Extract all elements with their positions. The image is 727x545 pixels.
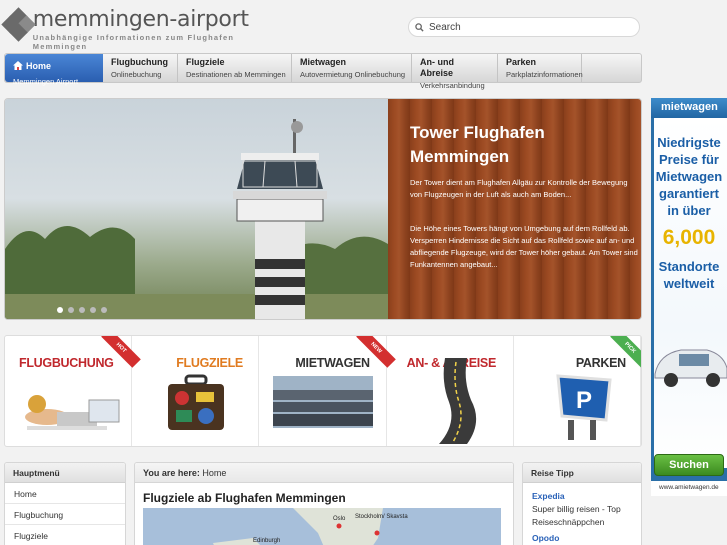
menu-item-flugziele[interactable]: Flugziele [5, 525, 125, 545]
expedia-text: Super billig reisen - Top Reiseschnäppch… [532, 504, 621, 527]
category-parken[interactable]: PARKEN PICK P [514, 336, 641, 446]
road-image [438, 358, 476, 444]
destination-map[interactable]: Oslo Stockholm/ Skavsta Edinburgh [143, 508, 501, 545]
category-label: MIETWAGEN [295, 356, 370, 370]
ad-brand-text: mietwagen [661, 101, 718, 113]
article-title: Flugziele ab Flughafen Memmingen [143, 491, 346, 505]
home-icon [13, 57, 23, 75]
search-icon [409, 22, 429, 32]
nav-flugziele[interactable]: Flugziele Destinationen ab Memmingen [178, 54, 292, 82]
slide-paragraph-1: Der Tower dient am Flughafen Allgäu zur … [410, 178, 628, 199]
breadcrumb-current[interactable]: Home [202, 468, 226, 478]
parking-sign-icon: P [556, 374, 612, 440]
reise-tipp-box: Reise Tipp Expedia Super billig reisen -… [522, 462, 642, 545]
nav-mietwagen-title: Mietwagen [300, 57, 347, 67]
nav-parken-sub: Parkplatzinformationen [506, 70, 583, 79]
slide-dot[interactable] [79, 307, 85, 313]
ad-number: 6,000 [662, 226, 716, 249]
category-an-abreise[interactable]: AN- & ABREISE [387, 336, 514, 446]
map-label: Oslo [333, 516, 346, 522]
main-nav: Home Memmingen Airport Flugbuchung Onlin… [4, 53, 642, 90]
ad-search-button[interactable]: Suchen [654, 454, 724, 476]
category-label: FLUGZIELE [176, 356, 243, 370]
ad-headline: Niedrigste Preise für Mietwagen garantie… [655, 135, 723, 218]
tower-photo [5, 99, 388, 319]
cars-image [273, 376, 374, 428]
nav-flugbuchung-sub: Onlinebuchung [111, 70, 162, 79]
nav-parken-title: Parken [506, 57, 537, 67]
nav-an-abreise[interactable]: An- und Abreise Verkehrsanbindung [412, 54, 498, 90]
category-flugbuchung[interactable]: FLUGBUCHUNG HOT [5, 336, 142, 446]
expedia-link[interactable]: Expedia [532, 491, 632, 501]
slide-dot[interactable] [101, 307, 107, 313]
site-logo[interactable]: memmingen-airport Unabhängige Informatio… [1, 7, 264, 51]
ad-brand: mietwagen [651, 98, 727, 118]
slide-dot[interactable] [90, 307, 96, 313]
svg-text:P: P [576, 387, 592, 414]
nav-flugziele-title: Flugziele [186, 57, 225, 67]
category-flugziele[interactable]: FLUGZIELE [132, 336, 260, 446]
search-input[interactable] [429, 21, 629, 33]
category-label: PARKEN [575, 356, 626, 370]
woman-laptop-image [25, 395, 120, 430]
ad-tail: Standorte weltweit [658, 259, 720, 291]
nav-an-abreise-title: An- und Abreise [420, 57, 454, 78]
slide-paragraph-2: Die Höhe eines Towers hängt von Umgebung… [410, 224, 638, 269]
nav-flugbuchung-title: Flugbuchung [111, 57, 168, 67]
mietwagen-ad[interactable]: mietwagen Niedrigste Preise für Mietwage… [651, 98, 727, 496]
featured-slideshow[interactable]: Tower Flughafen Memmingen Der Tower dien… [4, 98, 642, 320]
car-image [654, 349, 727, 387]
logo-title: memmingen-airport [32, 7, 249, 32]
logo-diamond-icon [1, 7, 36, 42]
slide-title: Tower Flughafen Memmingen [410, 123, 545, 166]
breadcrumb-prefix: You are here: [143, 468, 200, 478]
ad-url[interactable]: www.amietwagen.de [651, 481, 727, 496]
slide-dot[interactable] [57, 307, 63, 313]
category-strip: FLUGBUCHUNG HOT FLUGZIELE MIETWAGEN NEW … [4, 335, 642, 447]
slide-caption-panel: Tower Flughafen Memmingen Der Tower dien… [388, 99, 641, 319]
content-area: You are here: Home Flugziele ab Flughafe… [134, 462, 514, 545]
nav-home-sub: Memmingen Airport [13, 77, 79, 86]
nav-home[interactable]: Home Memmingen Airport [5, 54, 103, 86]
slide-pagination [57, 307, 107, 313]
main-menu: Hauptmenü Home Flugbuchung Flugziele [4, 462, 126, 545]
map-label: Stockholm/ Skavsta [355, 514, 408, 520]
opodo-link[interactable]: Opodo [532, 533, 632, 543]
reise-tipp-heading: Reise Tipp [523, 463, 641, 483]
map-marker[interactable] [336, 523, 342, 529]
slide-dot[interactable] [68, 307, 74, 313]
breadcrumb: You are here: Home [135, 463, 513, 483]
main-menu-heading: Hauptmenü [5, 463, 125, 483]
search-box[interactable] [408, 17, 640, 37]
nav-mietwagen-sub: Autovermietung Onlinebuchung [300, 70, 406, 79]
nav-an-abreise-sub: Verkehrsanbindung [420, 81, 485, 90]
logo-subtitle: Unabhängige Informationen zum Flughafen … [32, 33, 235, 51]
nav-flugbuchung[interactable]: Flugbuchung Onlinebuchung [103, 54, 178, 82]
nav-parken[interactable]: Parken Parkplatzinformationen [498, 54, 583, 82]
nav-home-title: Home [26, 60, 52, 71]
nav-mietwagen[interactable]: Mietwagen Autovermietung Onlinebuchung [292, 54, 412, 82]
menu-item-home[interactable]: Home [5, 483, 125, 504]
menu-item-flugbuchung[interactable]: Flugbuchung [5, 504, 125, 525]
map-label: Edinburgh [253, 538, 280, 544]
category-label: FLUGBUCHUNG [19, 356, 114, 370]
nav-flugziele-sub: Destinationen ab Memmingen [186, 70, 286, 79]
suitcase-image [168, 374, 225, 430]
category-mietwagen[interactable]: MIETWAGEN NEW [259, 336, 396, 446]
map-marker[interactable] [374, 530, 380, 536]
